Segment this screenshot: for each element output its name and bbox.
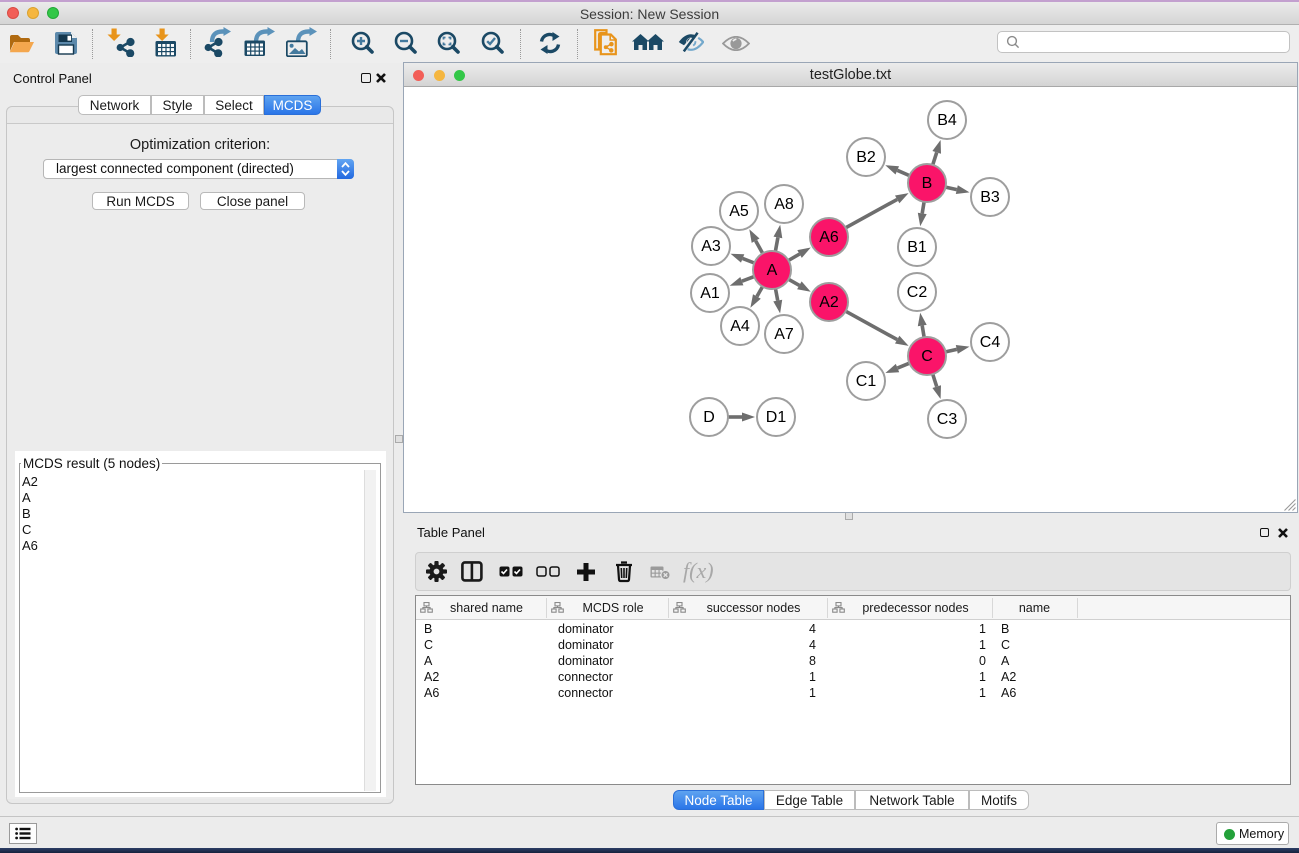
svg-text:D: D xyxy=(703,409,715,426)
svg-text:A6: A6 xyxy=(819,229,839,246)
svg-text:A8: A8 xyxy=(774,196,794,213)
svg-text:A: A xyxy=(767,262,778,279)
svg-text:D1: D1 xyxy=(766,409,787,426)
svg-text:A1: A1 xyxy=(700,285,720,302)
svg-text:C1: C1 xyxy=(856,373,877,390)
svg-text:B1: B1 xyxy=(907,239,927,256)
svg-text:A4: A4 xyxy=(730,318,750,335)
svg-text:C: C xyxy=(921,348,933,365)
svg-text:B3: B3 xyxy=(980,189,1000,206)
svg-text:C2: C2 xyxy=(907,284,928,301)
svg-text:C3: C3 xyxy=(937,411,958,428)
svg-text:A7: A7 xyxy=(774,326,794,343)
svg-text:B2: B2 xyxy=(856,149,876,166)
svg-text:B4: B4 xyxy=(937,112,957,129)
svg-text:A3: A3 xyxy=(701,238,721,255)
svg-text:A5: A5 xyxy=(729,203,749,220)
svg-text:C4: C4 xyxy=(980,334,1001,351)
svg-text:B: B xyxy=(922,175,933,192)
svg-text:A2: A2 xyxy=(819,294,839,311)
